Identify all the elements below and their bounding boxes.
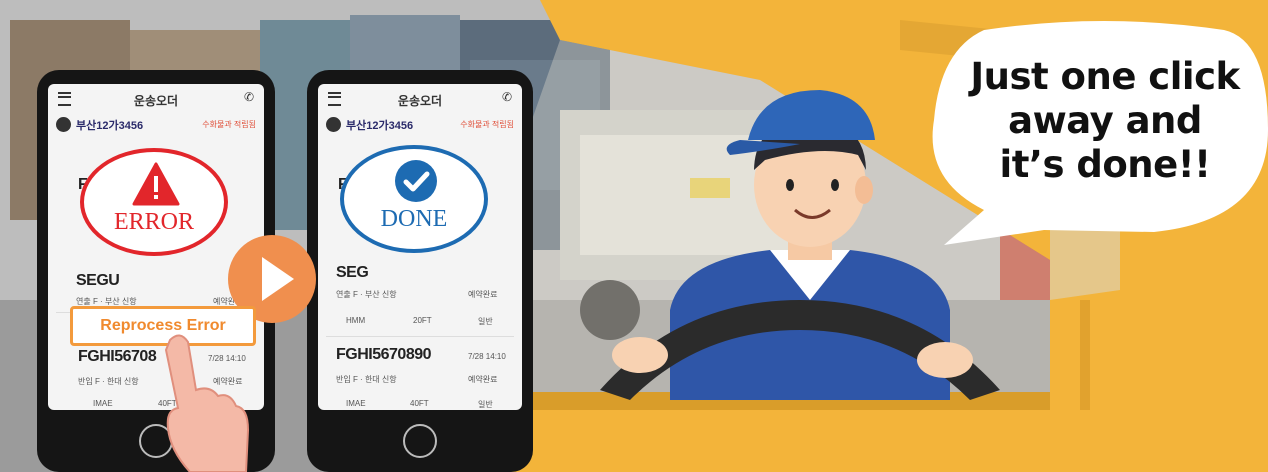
order-tag: IMAE bbox=[93, 399, 113, 408]
order-tag: IMAE bbox=[346, 399, 366, 408]
warning-icon bbox=[132, 162, 180, 206]
order-tag: 일반 bbox=[478, 400, 493, 409]
error-status-circle: ERROR bbox=[80, 148, 228, 256]
truck-avatar-icon bbox=[326, 117, 341, 132]
done-status-circle: DONE bbox=[340, 145, 488, 253]
phone-call-icon[interactable]: ✆ bbox=[244, 90, 254, 104]
promo-banner: 운송오더 ✆ 부산12가3456 수화물과 적립됨 FF SEGU 연출 F ·… bbox=[0, 0, 1268, 472]
status-badge: 수화물과 적립됨 bbox=[202, 120, 256, 129]
phone-call-icon[interactable]: ✆ bbox=[502, 90, 512, 104]
order-tag: HMM bbox=[346, 316, 366, 325]
truck-avatar-icon bbox=[56, 117, 71, 132]
order-code: FGHI5670890 bbox=[336, 346, 432, 363]
vehicle-plate-row[interactable]: 부산12가3456 수화물과 적립됨 bbox=[326, 116, 514, 134]
order-tag: 일반 bbox=[478, 317, 493, 326]
status-badge: 수화물과 적립됨 bbox=[460, 120, 514, 129]
done-label: DONE bbox=[380, 206, 448, 232]
order-route: 반입 F · 한대 신항 bbox=[336, 375, 397, 384]
bubble-line: Just one click bbox=[970, 55, 1240, 98]
order-tag: 40FT bbox=[410, 399, 429, 408]
error-label: ERROR bbox=[113, 209, 194, 235]
vehicle-plate-row[interactable]: 부산12가3456 수화물과 적립됨 bbox=[56, 116, 256, 134]
order-tag: 20FT bbox=[413, 316, 432, 325]
order-code: SEGU bbox=[76, 272, 120, 289]
pointing-hand-icon bbox=[164, 334, 250, 472]
vehicle-plate: 부산12가3456 bbox=[346, 120, 414, 132]
bubble-line: it’s done!! bbox=[999, 143, 1211, 186]
phone-done: 운송오더 ✆ 부산12가3456 수화물과 적립됨 FF SEG 연출 F · … bbox=[307, 70, 533, 472]
order-code: FGHI56708 bbox=[78, 348, 157, 365]
check-circle-icon bbox=[395, 160, 437, 202]
app-title: 운송오더 bbox=[133, 94, 179, 108]
bubble-line: away and bbox=[1008, 99, 1202, 142]
order-route: 반입 F · 한대 신항 bbox=[78, 377, 139, 386]
speech-bubble-text: Just one click away and it’s done!! bbox=[955, 55, 1255, 187]
order-route: 연출 F · 부산 신항 bbox=[336, 290, 397, 299]
order-code: SEG bbox=[336, 264, 369, 281]
divider bbox=[326, 336, 514, 337]
order-status: 예약완료 bbox=[468, 375, 498, 384]
home-button[interactable] bbox=[403, 424, 437, 458]
vehicle-plate: 부산12가3456 bbox=[76, 120, 144, 132]
order-status: 예약완료 bbox=[468, 290, 498, 299]
app-title: 운송오더 bbox=[397, 94, 443, 108]
order-date: 7/28 14:10 bbox=[468, 352, 506, 361]
